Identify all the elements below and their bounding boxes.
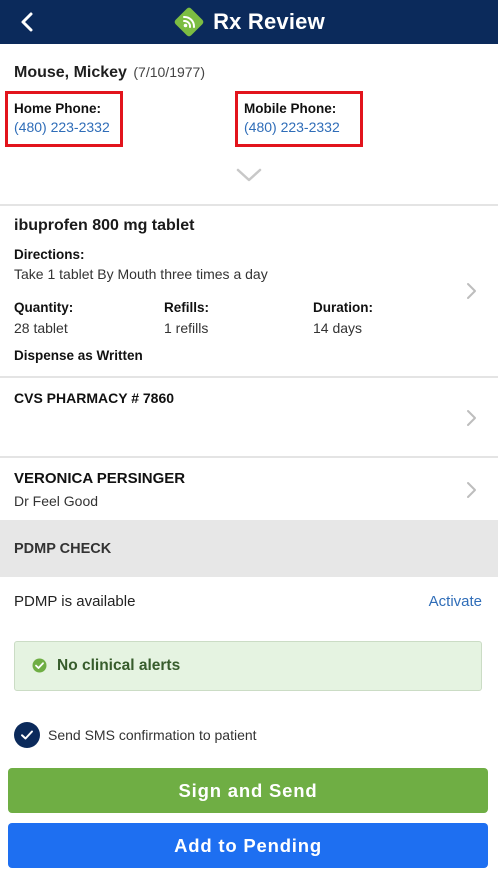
check-circle-icon bbox=[32, 658, 47, 673]
chevron-right-icon bbox=[467, 482, 476, 498]
home-phone-block: Home Phone: (480) 223-2332 bbox=[5, 91, 123, 147]
patient-name: Mouse, Mickey bbox=[14, 64, 127, 81]
prescriber-subtitle: Dr Feel Good bbox=[14, 493, 99, 509]
checkmark-icon bbox=[21, 730, 33, 740]
drug-name: ibuprofen 800 mg tablet bbox=[14, 217, 195, 234]
home-phone-link[interactable]: (480) 223-2332 bbox=[14, 119, 114, 135]
sms-confirmation-toggle[interactable]: Send SMS confirmation to patient bbox=[14, 722, 257, 748]
rx-signal-logo-icon bbox=[174, 7, 204, 37]
patient-name-line: Mouse, Mickey (7/10/1977) bbox=[14, 64, 205, 82]
header-brand: Rx Review bbox=[0, 0, 498, 44]
mobile-phone-block: Mobile Phone: (480) 223-2332 bbox=[235, 91, 363, 147]
pdmp-title: PDMP CHECK bbox=[14, 541, 112, 557]
pharmacy-card[interactable]: CVS PHARMACY # 7860 bbox=[0, 378, 498, 456]
quantity-label: Quantity: bbox=[14, 300, 74, 315]
chevron-right-icon bbox=[467, 283, 476, 299]
quantity-value: 28 tablet bbox=[14, 320, 68, 336]
home-phone-label: Home Phone: bbox=[14, 101, 102, 116]
pdmp-row: PDMP is available Activate bbox=[0, 577, 498, 629]
chevron-right-icon bbox=[467, 410, 476, 426]
patient-dob: (7/10/1977) bbox=[133, 64, 205, 80]
mobile-phone-label: Mobile Phone: bbox=[244, 101, 337, 116]
pdmp-section-header: PDMP CHECK bbox=[0, 520, 498, 577]
page-title: Rx Review bbox=[213, 9, 325, 34]
sms-checkbox[interactable] bbox=[14, 722, 40, 748]
pharmacy-name: CVS PHARMACY # 7860 bbox=[14, 390, 175, 406]
activate-link[interactable]: Activate bbox=[429, 593, 482, 610]
duration-value: 14 days bbox=[313, 320, 363, 336]
dispense-as-written-label: Dispense as Written bbox=[14, 348, 143, 363]
pdmp-status: PDMP is available bbox=[14, 593, 136, 610]
directions-value: Take 1 tablet By Mouth three times a day bbox=[14, 266, 268, 282]
add-to-pending-button[interactable]: Add to Pending bbox=[8, 823, 488, 868]
sign-and-send-button[interactable]: Sign and Send bbox=[8, 768, 488, 813]
patient-section: Mouse, Mickey (7/10/1977) Home Phone: (4… bbox=[0, 44, 498, 204]
clinical-alerts-banner: No clinical alerts bbox=[14, 641, 482, 691]
directions-label: Directions: bbox=[14, 247, 85, 262]
clinical-alerts-text: No clinical alerts bbox=[57, 657, 181, 674]
prescriber-name: VERONICA PERSINGER bbox=[14, 470, 186, 487]
prescriber-card[interactable]: VERONICA PERSINGER Dr Feel Good bbox=[0, 458, 498, 520]
refills-label: Refills: bbox=[164, 300, 210, 315]
duration-label: Duration: bbox=[313, 300, 373, 315]
app-header: Rx Review bbox=[0, 0, 498, 44]
chevron-down-icon[interactable] bbox=[235, 166, 263, 184]
mobile-phone-link[interactable]: (480) 223-2332 bbox=[244, 119, 354, 135]
sms-label: Send SMS confirmation to patient bbox=[48, 727, 257, 743]
refills-value: 1 refills bbox=[164, 320, 209, 336]
prescription-card[interactable]: ibuprofen 800 mg tablet Directions: Take… bbox=[0, 206, 498, 376]
